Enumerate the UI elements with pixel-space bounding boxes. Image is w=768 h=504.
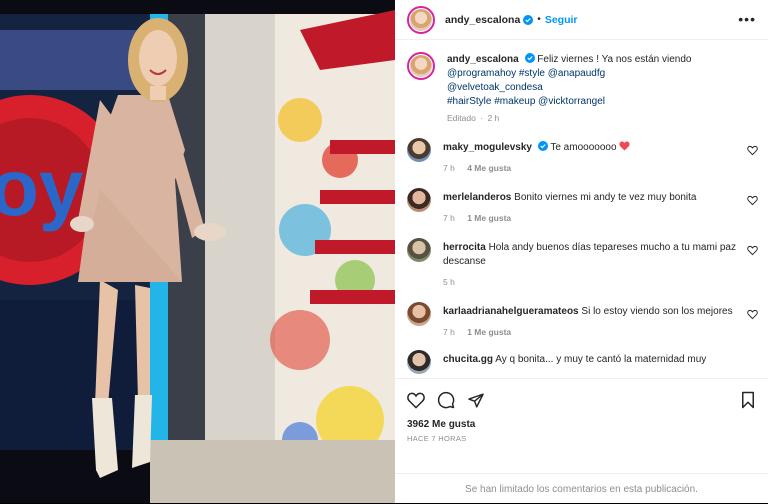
comment-message: Si lo estoy viendo son los mejores (581, 306, 733, 317)
commenter-avatar[interactable] (407, 238, 431, 262)
caption-tags-3[interactable]: #hairStyle #makeup @vicktorrangel (447, 96, 605, 107)
comment-text: maky_mogulevsky Te amooooooo (443, 141, 743, 155)
comment-meta: 7 h 1 Me gusta (443, 213, 743, 223)
instagram-post: oy andy_escalona • Seguir ••• andy_escal… (0, 0, 768, 503)
post-header: andy_escalona • Seguir ••• (395, 0, 768, 40)
comments-list[interactable]: andy_escalona Feliz viernes ! Ya nos est… (395, 41, 768, 377)
comment-message: Te amooooooo (550, 142, 617, 153)
comment-username[interactable]: karlaadrianahelgueramateos (443, 306, 579, 317)
caption-username[interactable]: andy_escalona (447, 54, 519, 65)
comment-message: Hola andy buenos días tepareses mucho a … (443, 242, 736, 267)
svg-text:oy: oy (0, 143, 84, 232)
comment-message: Ay q bonita... y muy te cantó la materni… (495, 354, 707, 365)
comment-username[interactable]: chucita.gg (443, 354, 493, 365)
comment-text: karlaadrianahelgueramateos Si lo estoy v… (443, 305, 743, 319)
action-icons (395, 379, 768, 411)
comment-time: 7 h (443, 213, 455, 223)
comment-time: 5 h (443, 277, 455, 287)
comment-likes[interactable]: 4 Me gusta (467, 163, 511, 173)
caption: andy_escalona Feliz viernes ! Ya nos est… (395, 51, 768, 123)
caption-message: Feliz viernes ! Ya nos están viendo (537, 54, 692, 65)
more-options-icon[interactable]: ••• (738, 12, 756, 26)
comment-username[interactable]: maky_mogulevsky (443, 142, 532, 153)
follow-button[interactable]: Seguir (545, 14, 578, 26)
comment-meta: 7 h 4 Me gusta (443, 163, 743, 173)
photo-illustration: oy (0, 0, 395, 503)
commenter-avatar[interactable] (407, 302, 431, 326)
share-paper-plane-icon[interactable] (467, 392, 485, 409)
comment-item: maky_mogulevsky Te amooooooo 7 h 4 Me gu… (395, 137, 768, 173)
comment-text: merlelanderos Bonito viernes mi andy te … (443, 191, 743, 205)
caption-text: andy_escalona Feliz viernes ! Ya nos est… (447, 53, 747, 109)
caption-edited: Editado (447, 113, 476, 123)
comment-bubble-icon[interactable] (437, 391, 455, 409)
commenter-avatar[interactable] (407, 350, 431, 374)
comment-meta: 5 h (443, 277, 743, 287)
caption-separator: · (480, 113, 484, 123)
post-photo[interactable]: oy (0, 0, 395, 503)
like-comment-heart-icon[interactable] (747, 195, 758, 206)
comments-limited-notice: Se han limitado los comentarios en esta … (395, 473, 768, 504)
post-actions: 3962 Me gusta HACE 7 HORAS Se han limita… (395, 378, 768, 503)
like-comment-heart-icon[interactable] (747, 245, 758, 256)
author-avatar[interactable] (407, 5, 435, 34)
post-side-panel: andy_escalona • Seguir ••• andy_escalona (395, 0, 768, 503)
red-heart-emoji-icon (619, 141, 630, 151)
caption-tags-2[interactable]: @velvetoak_condesa (447, 82, 543, 93)
verified-badge-icon (523, 14, 534, 25)
verified-badge-icon (537, 141, 548, 151)
comment-message: Bonito viernes mi andy te vez muy bonita (514, 192, 697, 203)
comment-item: karlaadrianahelgueramateos Si lo estoy v… (395, 301, 768, 337)
comment-item: merlelanderos Bonito viernes mi andy te … (395, 187, 768, 223)
verified-badge-icon (524, 53, 535, 63)
like-comment-heart-icon[interactable] (747, 309, 758, 320)
comment-likes[interactable]: 1 Me gusta (467, 213, 511, 223)
comment-text: chucita.gg Ay q bonita... y muy te cantó… (443, 353, 743, 367)
post-likes-count[interactable]: 3962 Me gusta (395, 411, 768, 430)
post-time-ago: HACE 7 HORAS (407, 434, 467, 443)
comment-text: herrocita Hola andy buenos días teparese… (443, 241, 743, 269)
comment-time: 7 h (443, 163, 455, 173)
comment-time: 7 h (443, 327, 455, 337)
comment-username[interactable]: herrocita (443, 242, 486, 253)
comment-item: herrocita Hola andy buenos días teparese… (395, 237, 768, 287)
caption-meta: Editado · 2 h (447, 113, 747, 123)
like-comment-heart-icon[interactable] (747, 145, 758, 156)
header-separator: • (537, 14, 541, 25)
author-username[interactable]: andy_escalona (445, 14, 520, 26)
caption-tags-1[interactable]: @programahoy #style @anapaudfg (447, 68, 605, 79)
caption-age: 2 h (487, 113, 500, 123)
save-bookmark-icon[interactable] (740, 391, 756, 409)
commenter-avatar[interactable] (407, 188, 431, 212)
like-heart-icon[interactable] (407, 392, 425, 409)
comment-meta: 7 h 1 Me gusta (443, 327, 743, 337)
comment-username[interactable]: merlelanderos (443, 192, 511, 203)
comment-likes[interactable]: 1 Me gusta (467, 327, 511, 337)
comment-item: chucita.gg Ay q bonita... y muy te cantó… (395, 349, 768, 374)
caption-avatar[interactable] (407, 52, 435, 80)
commenter-avatar[interactable] (407, 138, 431, 162)
